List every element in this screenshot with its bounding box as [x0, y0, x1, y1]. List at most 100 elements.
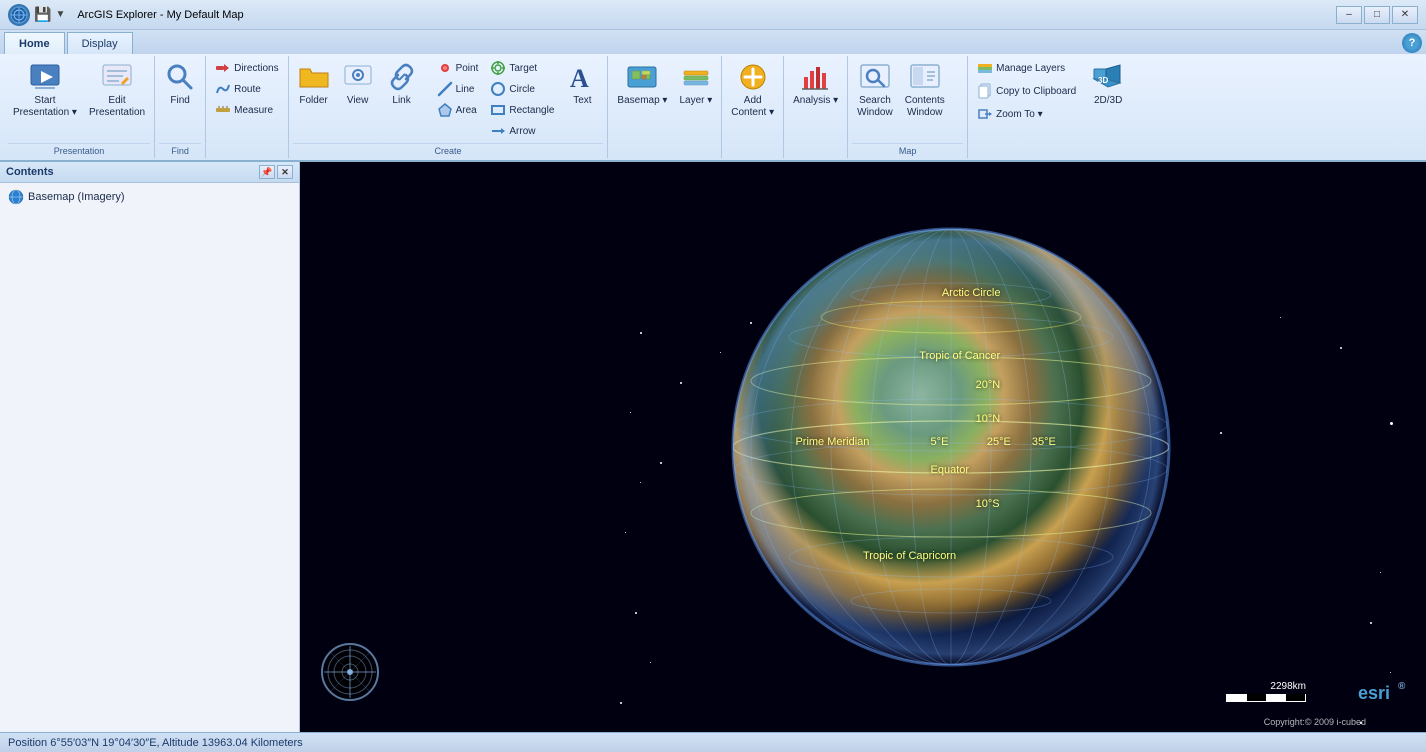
arrow-button[interactable]: Arrow — [485, 121, 559, 141]
basemap-group-label — [612, 154, 717, 158]
add-content-label: AddContent ▾ — [731, 95, 774, 119]
line-button[interactable]: Line — [432, 79, 484, 99]
point-label: Point — [456, 63, 479, 74]
layer-item-basemap[interactable]: Basemap (Imagery) — [4, 187, 295, 207]
line-label: Line — [456, 84, 475, 95]
text-button[interactable]: A Text — [561, 58, 603, 110]
star — [860, 342, 862, 344]
2d3d-icon: 3D — [1092, 61, 1124, 93]
copy-clipboard-button[interactable]: Copy to Clipboard — [972, 81, 1081, 101]
tab-display[interactable]: Display — [67, 32, 133, 54]
star — [1100, 362, 1102, 364]
ribbon-tabs: Home Display ? — [0, 30, 1426, 54]
directions-icon — [215, 60, 231, 76]
search-window-button[interactable]: SearchWindow — [852, 58, 898, 122]
link-button[interactable]: Link — [381, 58, 423, 110]
star — [640, 482, 641, 483]
start-presentation-label: StartPresentation ▾ — [13, 95, 77, 119]
directions-group-label — [210, 154, 283, 158]
app-title: ArcGIS Explorer - My Default Map — [77, 9, 243, 21]
edit-presentation-button[interactable]: EditPresentation — [84, 58, 150, 122]
titlebar-left: 💾 ▼ ArcGIS Explorer - My Default Map — [8, 4, 244, 26]
star — [660, 462, 662, 464]
svg-text:esri: esri — [1358, 683, 1390, 703]
scale-bar: 2298km — [1226, 681, 1306, 702]
svg-text:3D: 3D — [1098, 76, 1108, 85]
label-5e: 5°E — [931, 436, 949, 448]
target-button[interactable]: Target — [485, 58, 559, 78]
star — [800, 322, 801, 323]
2d3d-button[interactable]: 3D 2D/3D — [1083, 58, 1133, 110]
create-group-label: Create — [293, 143, 604, 158]
basemap-label: Basemap ▾ — [617, 95, 667, 107]
tab-home[interactable]: Home — [4, 32, 65, 54]
sidebar-header: Contents 📌 ✕ — [0, 162, 299, 183]
star — [1380, 572, 1381, 573]
area-label: Area — [456, 105, 477, 116]
manage-layers-button[interactable]: Manage Layers — [972, 58, 1081, 78]
point-icon — [437, 60, 453, 76]
sidebar-pin-button[interactable]: 📌 — [259, 165, 275, 179]
add-content-button[interactable]: AddContent ▾ — [726, 58, 779, 122]
star — [635, 612, 637, 614]
route-button[interactable]: Route — [210, 79, 283, 99]
minimize-button[interactable]: – — [1336, 6, 1362, 24]
folder-icon — [298, 61, 330, 93]
presentation-items: StartPresentation ▾ EditPresentation — [8, 58, 150, 143]
star — [1340, 347, 1342, 349]
start-presentation-button[interactable]: StartPresentation ▾ — [8, 58, 82, 122]
zoom-to-label: Zoom To ▾ — [996, 109, 1043, 120]
rectangle-button[interactable]: Rectangle — [485, 100, 559, 120]
label-tropic-capricorn: Tropic of Capricorn — [863, 550, 956, 562]
analysis-group-label — [788, 154, 843, 158]
folder-button[interactable]: Folder — [293, 58, 335, 110]
star — [650, 662, 651, 663]
analysis-button[interactable]: Analysis ▾ — [788, 58, 843, 110]
restore-button[interactable]: □ — [1364, 6, 1390, 24]
layer-icon — [680, 61, 712, 93]
star — [680, 382, 682, 384]
statusbar: Position 6°55′03″N 19°04′30″E, Altitude … — [0, 732, 1426, 752]
view-button[interactable]: View — [337, 58, 379, 110]
directions-items: Directions Route — [210, 58, 283, 154]
layer-label: Layer ▾ — [679, 95, 712, 107]
layer-button[interactable]: Layer ▾ — [674, 58, 717, 110]
star — [640, 332, 642, 334]
svg-text:A: A — [570, 64, 589, 93]
point-col: Point Line — [432, 58, 484, 120]
star — [630, 412, 631, 413]
find-button[interactable]: Find — [159, 58, 201, 110]
ribbon-help-button[interactable]: ? — [1402, 33, 1422, 53]
manage-layers-icon — [977, 60, 993, 76]
find-group-label: Find — [159, 143, 201, 158]
start-presentation-icon — [29, 61, 61, 93]
circle-button[interactable]: Circle — [485, 79, 559, 99]
link-icon — [386, 61, 418, 93]
text-icon: A — [566, 61, 598, 93]
map-view[interactable]: Arctic Circle Tropic of Cancer 20°N 10°N… — [300, 162, 1426, 732]
view-label: View — [347, 95, 369, 107]
close-button[interactable]: ✕ — [1392, 6, 1418, 24]
tools-items: Manage Layers Copy to Clipboard — [972, 58, 1133, 154]
label-tropic-cancer: Tropic of Cancer — [919, 350, 1000, 362]
star — [1370, 622, 1372, 624]
sidebar-close-button[interactable]: ✕ — [277, 165, 293, 179]
directions-button[interactable]: Directions — [210, 58, 283, 78]
area-button[interactable]: Area — [432, 100, 484, 120]
label-equator: Equator — [931, 464, 970, 476]
view-icon — [342, 61, 374, 93]
search-window-label: SearchWindow — [857, 95, 893, 119]
star — [750, 322, 752, 324]
group-basemap: Basemap ▾ Layer ▾ — [608, 56, 722, 158]
analysis-label: Analysis ▾ — [793, 95, 838, 107]
quick-access-save[interactable]: 💾 — [34, 6, 51, 23]
scale-seg-1 — [1227, 694, 1247, 701]
point-button[interactable]: Point — [432, 58, 484, 78]
measure-button[interactable]: Measure — [210, 100, 283, 120]
basemap-button[interactable]: Basemap ▾ — [612, 58, 672, 110]
contents-window-button[interactable]: ContentsWindow — [900, 58, 950, 122]
add-content-icon — [737, 61, 769, 93]
rectangle-label: Rectangle — [509, 105, 554, 116]
quick-access-arrow[interactable]: ▼ — [55, 9, 65, 20]
zoom-to-button[interactable]: Zoom To ▾ — [972, 104, 1081, 124]
